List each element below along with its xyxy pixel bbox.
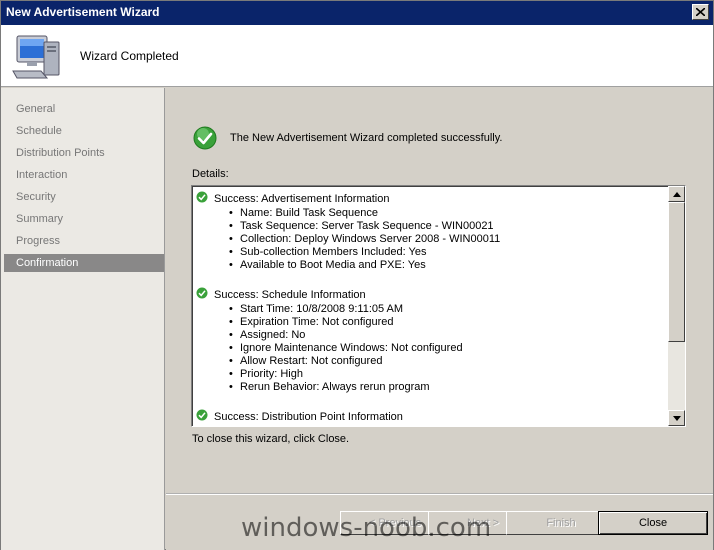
wizard-content: The New Advertisement Wizard completed s… — [166, 88, 713, 493]
list-item: Rerun Behavior: Always rerun program — [229, 381, 463, 394]
success-check-icon — [196, 191, 208, 203]
list-item: Name: Build Task Sequence — [229, 207, 500, 220]
list-item: Allow Restart: Not configured — [229, 355, 463, 368]
title-bar[interactable]: New Advertisement Wizard — [1, 1, 713, 25]
nav-item-interaction[interactable]: Interaction — [4, 166, 164, 184]
section-schedule: Success: Schedule Information Start Time… — [196, 287, 463, 394]
nav-item-distribution-points[interactable]: Distribution Points — [4, 144, 164, 162]
success-check-icon — [193, 126, 217, 150]
list-item: Expiration Time: Not configured — [229, 316, 463, 329]
section-heading: Success: Advertisement Information — [214, 193, 390, 205]
close-icon — [696, 8, 705, 16]
window-title: New Advertisement Wizard — [6, 5, 160, 19]
list-item: Collection: Deploy Windows Server 2008 -… — [229, 233, 500, 246]
details-label: Details: — [192, 168, 229, 180]
nav-item-progress[interactable]: Progress — [4, 232, 164, 250]
list-item: Assigned: No — [229, 329, 463, 342]
wizard-window: New Advertisement Wizard Wizard Complete… — [0, 0, 714, 550]
close-hint: To close this wizard, click Close. — [192, 433, 350, 445]
section-items: Name: Build Task Sequence Task Sequence:… — [229, 207, 500, 272]
nav-item-schedule[interactable]: Schedule — [4, 122, 164, 140]
nav-item-confirmation[interactable]: Confirmation — [4, 254, 164, 272]
details-content: Success: Advertisement Information Name:… — [192, 186, 668, 426]
status-text: The New Advertisement Wizard completed s… — [230, 132, 503, 144]
wizard-nav: General Schedule Distribution Points Int… — [1, 88, 165, 550]
close-button[interactable]: Close — [598, 511, 708, 535]
list-item: Task Sequence: Server Task Sequence - WI… — [229, 220, 500, 233]
footer-divider — [166, 494, 713, 495]
nav-item-summary[interactable]: Summary — [4, 210, 164, 228]
section-advertisement: Success: Advertisement Information Name:… — [196, 191, 500, 272]
section-items: Start Time: 10/8/2008 9:11:05 AM Expirat… — [229, 303, 463, 394]
success-check-icon — [196, 287, 208, 299]
scroll-up-button[interactable] — [668, 186, 685, 202]
scroll-down-button[interactable] — [668, 410, 685, 426]
list-item: Start Time: 10/8/2008 9:11:05 AM — [229, 303, 463, 316]
close-window-button[interactable] — [692, 4, 709, 20]
list-item: Ignore Maintenance Windows: Not configur… — [229, 342, 463, 355]
nav-item-security[interactable]: Security — [4, 188, 164, 206]
details-box[interactable]: Success: Advertisement Information Name:… — [191, 185, 686, 427]
success-check-icon — [196, 409, 208, 421]
arrow-up-icon — [673, 192, 681, 197]
list-item: Priority: High — [229, 368, 463, 381]
watermark-text: windows-noob.com — [241, 513, 492, 543]
details-scrollbar[interactable] — [668, 186, 685, 426]
section-heading: Success: Schedule Information — [214, 289, 366, 301]
computer-icon — [12, 35, 60, 79]
section-heading: Success: Distribution Point Information — [214, 411, 403, 423]
header-title: Wizard Completed — [80, 49, 179, 63]
wizard-header: Wizard Completed — [1, 25, 713, 87]
nav-item-general[interactable]: General — [4, 100, 164, 118]
list-item: Sub-collection Members Included: Yes — [229, 246, 500, 259]
scroll-thumb[interactable] — [668, 202, 685, 342]
list-item: Available to Boot Media and PXE: Yes — [229, 259, 500, 272]
arrow-down-icon — [673, 416, 681, 421]
